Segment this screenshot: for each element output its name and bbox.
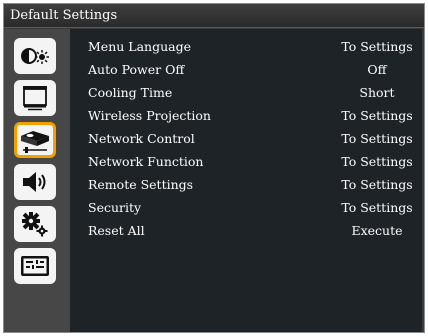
setting-value: To Settings xyxy=(341,108,413,123)
setting-label: Network Function xyxy=(88,154,204,169)
setting-label: Wireless Projection xyxy=(88,108,211,123)
setting-value: To Settings xyxy=(341,177,413,192)
setting-label: Network Control xyxy=(88,131,195,146)
gears-icon xyxy=(20,210,50,238)
window-title: Default Settings xyxy=(4,4,424,28)
setting-label: Security xyxy=(88,200,142,215)
category-sidebar xyxy=(4,29,70,332)
tab-setup[interactable] xyxy=(14,122,56,158)
setting-label: Remote Settings xyxy=(88,177,194,192)
picture-brightness-icon xyxy=(20,44,50,68)
tab-screen[interactable] xyxy=(14,80,56,116)
setting-label: Reset All xyxy=(88,223,145,238)
setting-value: Execute xyxy=(351,223,403,238)
setting-label: Menu Language xyxy=(88,39,191,54)
setting-row-auto-power-off[interactable]: Auto Power Off Off xyxy=(70,58,422,81)
setting-value: Short xyxy=(359,85,395,100)
settings-list: Menu Language To Settings Auto Power Off… xyxy=(70,29,422,332)
speaker-icon xyxy=(20,169,50,195)
tab-advanced[interactable] xyxy=(14,206,56,242)
tab-audio[interactable] xyxy=(14,164,56,200)
setting-value: To Settings xyxy=(341,200,413,215)
settings-window: Default Settings Menu Language To Settin… xyxy=(3,3,425,333)
option-panel-icon xyxy=(19,253,51,279)
projector-icon xyxy=(19,127,51,153)
tab-options[interactable] xyxy=(14,248,56,284)
setting-row-network-function[interactable]: Network Function To Settings xyxy=(70,150,422,173)
setting-row-wireless-projection[interactable]: Wireless Projection To Settings xyxy=(70,104,422,127)
setting-label: Cooling Time xyxy=(88,85,173,100)
setting-value: To Settings xyxy=(341,39,413,54)
setting-value: Off xyxy=(367,62,387,77)
tab-picture[interactable] xyxy=(14,38,56,74)
setting-row-remote-settings[interactable]: Remote Settings To Settings xyxy=(70,173,422,196)
setting-row-cooling-time[interactable]: Cooling Time Short xyxy=(70,81,422,104)
setting-label: Auto Power Off xyxy=(88,62,185,77)
setting-value: To Settings xyxy=(341,154,413,169)
setting-row-reset-all[interactable]: Reset All Execute xyxy=(70,219,422,242)
screen-icon xyxy=(20,84,50,112)
setting-row-security[interactable]: Security To Settings xyxy=(70,196,422,219)
setting-row-network-control[interactable]: Network Control To Settings xyxy=(70,127,422,150)
setting-value: To Settings xyxy=(341,131,413,146)
setting-row-menu-language[interactable]: Menu Language To Settings xyxy=(70,35,422,58)
